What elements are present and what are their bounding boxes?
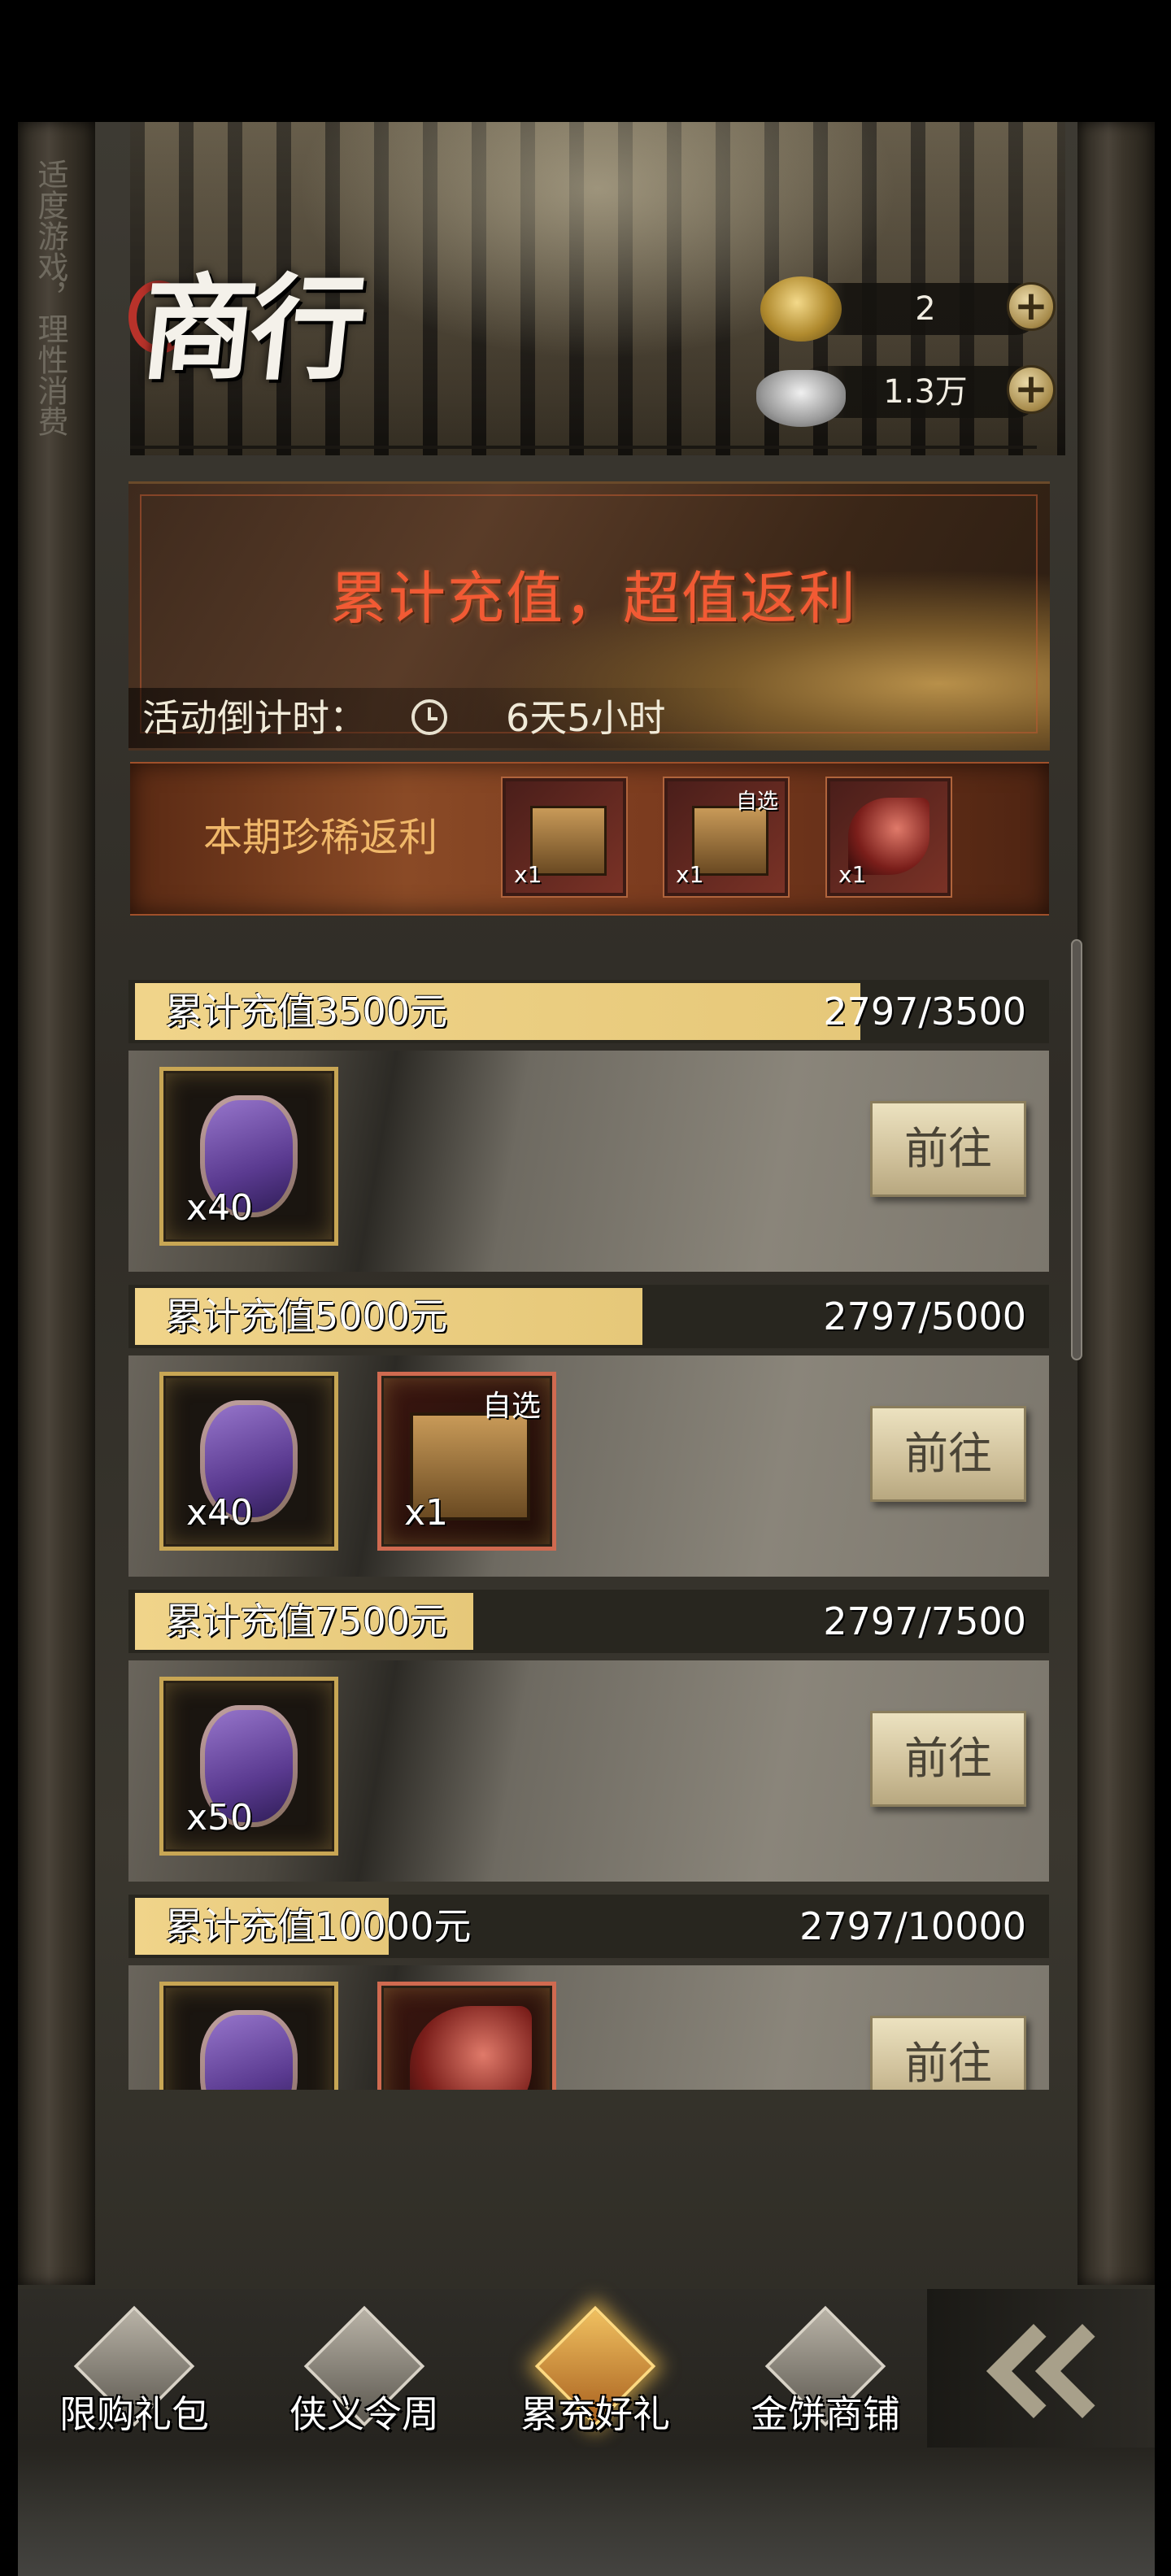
reward-select-tag: 自选 <box>481 1390 541 1423</box>
nav-tab-label: 侠义令周 <box>289 2392 439 2436</box>
go-button[interactable]: 前往 <box>870 2016 1026 2090</box>
tier-header: 累计充值3500元 2797/3500 <box>128 980 1049 1043</box>
tier-progress-text: 2797/5000 <box>823 1295 1026 1338</box>
clock-icon <box>411 699 447 735</box>
nav-tab-recharge-rewards[interactable]: 累充好礼 <box>498 2289 693 2448</box>
tier-body: 前往 <box>128 1965 1049 2090</box>
countdown-value: 6天5小时 <box>506 696 666 740</box>
nav-tab-label: 累充好礼 <box>520 2392 670 2436</box>
reward-item-bag[interactable] <box>159 1982 338 2090</box>
rare-item-qty: x1 <box>838 861 867 888</box>
rare-item-select-chest[interactable]: 自选 x1 <box>664 778 788 896</box>
reward-qty: x50 <box>186 1797 254 1838</box>
tier-body: x40 自选 x1 前往 <box>128 1355 1049 1577</box>
nav-tab-weekly-pass[interactable]: 侠义令周 <box>267 2289 462 2448</box>
tier-title: 累计充值7500元 <box>165 1599 448 1643</box>
go-button[interactable]: 前往 <box>870 1101 1026 1197</box>
nav-tab-gold-shop[interactable]: 金饼商铺 <box>728 2289 923 2448</box>
nav-tab-label: 金饼商铺 <box>751 2392 900 2436</box>
reward-qty: x40 <box>186 1492 254 1534</box>
right-wooden-post <box>1077 122 1155 2285</box>
list-scrollbar[interactable] <box>1071 939 1082 1360</box>
rare-item-tag: 自选 <box>735 790 778 814</box>
tier-header: 累计充值5000元 2797/5000 <box>128 1285 1049 1348</box>
shop-title: 商行 <box>135 263 368 396</box>
collapse-nav-button[interactable] <box>927 2289 1155 2448</box>
tier-body: x40 前往 <box>128 1051 1049 1272</box>
rare-item-phoenix[interactable]: x1 <box>827 778 951 896</box>
tier-title: 累计充值3500元 <box>165 990 448 1033</box>
gold-amount: 2 <box>915 290 936 328</box>
silver-amount: 1.3万 <box>883 373 968 411</box>
tier-header: 累计充值7500元 2797/7500 <box>128 1590 1049 1653</box>
reward-qty: x40 <box>186 1187 254 1229</box>
footer-strip <box>18 2448 1155 2576</box>
tier-body: x50 前往 <box>128 1660 1049 1882</box>
reward-item-select-chest[interactable]: 自选 x1 <box>377 1372 556 1551</box>
countdown-label: 活动倒计时： <box>142 696 367 740</box>
tier-progress-text: 2797/10000 <box>799 1904 1026 1948</box>
health-notice: 适度游戏，理性消费 <box>33 159 68 437</box>
add-gold-button[interactable]: + <box>1007 282 1056 331</box>
reward-item-bag[interactable]: x40 <box>159 1067 338 1246</box>
gold-coin-icon <box>760 276 842 342</box>
nav-tab-limited-gift[interactable]: 限购礼包 <box>37 2289 232 2448</box>
rare-item-qty: x1 <box>676 861 704 888</box>
go-button[interactable]: 前往 <box>870 1711 1026 1807</box>
reward-item-bag[interactable]: x50 <box>159 1677 338 1856</box>
silver-ingot-icon <box>756 370 846 427</box>
banner-title: 累计充值，超值返利 <box>330 565 857 632</box>
tier-progress-text: 2797/3500 <box>823 990 1026 1033</box>
rare-item-qty: x1 <box>514 861 542 888</box>
tier-progress-text: 2797/7500 <box>823 1599 1026 1643</box>
tier-title: 累计充值5000元 <box>165 1295 448 1338</box>
header-divider <box>130 446 1037 449</box>
rare-item-chest[interactable]: x1 <box>503 778 626 896</box>
purple-bag-icon <box>200 2010 298 2090</box>
nav-tab-label: 限购礼包 <box>59 2392 209 2436</box>
reward-item-bag[interactable]: x40 <box>159 1372 338 1551</box>
go-button[interactable]: 前往 <box>870 1406 1026 1502</box>
chevron-left-icon <box>1035 2324 1130 2418</box>
reward-qty: x1 <box>404 1492 449 1534</box>
left-wooden-post <box>18 122 95 2285</box>
tier-title: 累计充值10000元 <box>165 1904 472 1948</box>
reward-item-phoenix[interactable] <box>377 1982 556 2090</box>
add-silver-button[interactable]: + <box>1007 365 1056 414</box>
tier-header: 累计充值10000元 2797/10000 <box>128 1895 1049 1958</box>
rare-rewards-label: 本期珍稀返利 <box>203 815 438 860</box>
recharge-tier-list: 累计充值3500元 2797/3500 x40 前往 累计充值5000元 279… <box>128 980 1049 2090</box>
phoenix-icon <box>410 2006 532 2090</box>
